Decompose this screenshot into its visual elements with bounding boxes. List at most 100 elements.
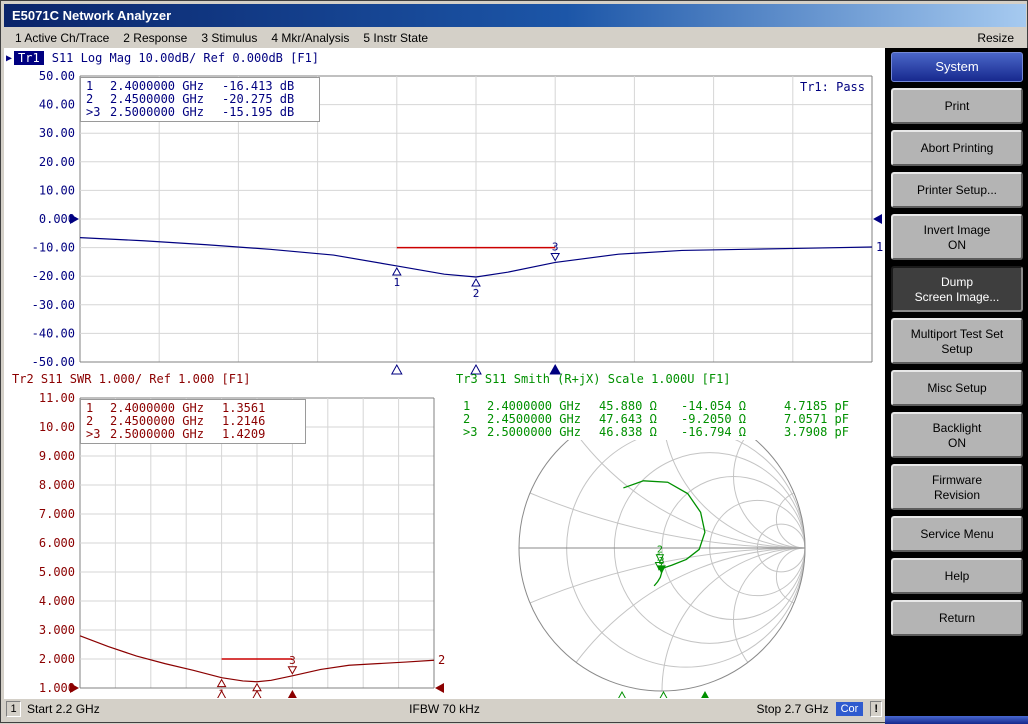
marker-number: 2 <box>473 287 480 300</box>
softkey-abort-printing[interactable]: Abort Printing <box>891 130 1023 166</box>
marker-number: 3 <box>289 654 296 667</box>
stimulus-marker-icon <box>392 365 402 374</box>
softkey-multiport-test-set-setup[interactable]: Multiport Test SetSetup <box>891 318 1023 364</box>
menu-item-stimulus[interactable]: 3 Stimulus <box>194 29 264 47</box>
marker-label: >3 <box>463 426 487 439</box>
y-axis-tick-label: 5.000 <box>39 565 75 579</box>
menu-item-response[interactable]: 2 Response <box>116 29 194 47</box>
y-axis-tick-label: 2.000 <box>39 652 75 666</box>
y-axis-tick-label: 50.00 <box>39 69 75 83</box>
y-axis-tick-label: 9.000 <box>39 449 75 463</box>
y-axis-tick-label: 11.00 <box>39 391 75 405</box>
alert-indicator: ! <box>870 701 882 717</box>
y-axis-tick-label: -20.00 <box>32 269 75 283</box>
marker-number: 2 <box>657 545 663 556</box>
softkey-print[interactable]: Print <box>891 88 1023 124</box>
y-axis-tick-label: -40.00 <box>32 326 75 340</box>
softkey-label: Print <box>945 99 970 113</box>
softkey-label: Revision <box>934 488 980 502</box>
tr1-marker-readout: 12.4000000 GHz-16.413 dB22.4500000 GHz-2… <box>80 77 320 122</box>
menu-item-mkr-analysis[interactable]: 4 Mkr/Analysis <box>264 29 356 47</box>
marker-symbol[interactable] <box>393 268 401 275</box>
softkey-help[interactable]: Help <box>891 558 1023 594</box>
y-axis-tick-label: 3.000 <box>39 623 75 637</box>
smith-reactance-arc <box>519 548 885 698</box>
marker-symbol[interactable] <box>218 680 226 687</box>
y-axis-tick-label: 10.00 <box>39 420 75 434</box>
softkey-printer-setup[interactable]: Printer Setup... <box>891 172 1023 208</box>
softkey-label: Dump <box>941 275 973 289</box>
menu-items: 1 Active Ch/Trace2 Response3 Stimulus4 M… <box>8 31 435 45</box>
smith-reactance-arc <box>90 548 885 698</box>
statusbar: 1 Start 2.2 GHz IFBW 70 kHz Stop 2.7 GHz… <box>4 698 885 718</box>
smith-reactance-arc <box>734 548 877 691</box>
marker-c: 3.7908 pF <box>769 426 849 439</box>
y-axis-tick-label: 0.000 <box>39 212 75 226</box>
y-axis-tick-label: 20.00 <box>39 155 75 169</box>
menu-item-resize[interactable]: Resize <box>969 29 1022 47</box>
y-axis-tick-label: 40.00 <box>39 98 75 112</box>
softkey-label: Service Menu <box>920 527 993 541</box>
marker-symbol[interactable] <box>472 279 480 286</box>
smith-reactance-arc <box>519 48 885 548</box>
menu-item-active-ch-trace[interactable]: 1 Active Ch/Trace <box>8 29 116 47</box>
marker-label: >3 <box>86 428 110 441</box>
tr1-limit-result: Tr1: Pass <box>800 80 865 94</box>
channel-indicator: 1 <box>6 701 21 717</box>
tr1-title: S11 Log Mag 10.00dB/ Ref 0.000dB [F1] <box>52 51 319 65</box>
active-trace-indicator-icon: ▶ <box>6 53 12 64</box>
marker-value: 1.4209 <box>222 428 265 441</box>
marker-freq: 2.5000000 GHz <box>110 428 222 441</box>
ref-level-indicator-icon <box>435 683 444 693</box>
softkey-invert-image[interactable]: Invert ImageON <box>891 214 1023 260</box>
marker-symbol[interactable] <box>253 684 261 691</box>
smith-reactance-arc <box>90 48 885 548</box>
start-frequency: Start 2.2 GHz <box>27 702 100 716</box>
ifbw-indicator: IFBW 70 kHz <box>409 702 480 716</box>
tr2-marker-readout: 12.4000000 GHz1.356122.4500000 GHz1.2146… <box>80 399 306 444</box>
marker-readout-row: >32.5000000 GHz1.4209 <box>86 428 305 441</box>
menubar: 1 Active Ch/Trace2 Response3 Stimulus4 M… <box>4 27 1026 48</box>
softkey-label: Screen Image... <box>915 290 1000 304</box>
softkey-label: Printer Setup... <box>917 183 997 197</box>
tr1-header: ▶ Tr1 S11 Log Mag 10.00dB/ Ref 0.000dB [… <box>6 51 319 65</box>
softkey-backlight[interactable]: BacklightON <box>891 412 1023 458</box>
y-axis-tick-label: 8.000 <box>39 478 75 492</box>
menu-item-instr-state[interactable]: 5 Instr State <box>356 29 435 47</box>
trace-number-label: 1 <box>876 240 883 254</box>
y-axis-tick-label: -50.00 <box>32 355 75 369</box>
softkey-label: Help <box>945 569 970 583</box>
ref-level-indicator-icon <box>873 214 882 224</box>
marker-readout-row: >32.5000000 GHz46.838 Ω-16.794 Ω3.7908 p… <box>463 426 871 439</box>
softkey-return[interactable]: Return <box>891 600 1023 636</box>
marker-number: 3 <box>552 240 559 253</box>
softkey-label: Firmware <box>932 473 982 487</box>
tr3-smith-trace <box>623 481 705 586</box>
window-titlebar[interactable]: E5071C Network Analyzer <box>4 4 1026 27</box>
softkey-dump-screen-image[interactable]: DumpScreen Image... <box>891 266 1023 312</box>
window-title: E5071C Network Analyzer <box>12 8 171 23</box>
softkey-misc-setup[interactable]: Misc Setup <box>891 370 1023 406</box>
softkey-label: Setup <box>941 342 972 356</box>
tr3-marker-readout: 12.4000000 GHz45.880 Ω-14.054 Ω4.7185 pF… <box>459 399 871 440</box>
tr1-badge[interactable]: Tr1 <box>14 51 44 65</box>
softkey-label: Backlight <box>933 421 982 435</box>
tr3-header[interactable]: Tr3 S11 Smith (R+jX) Scale 1.000U [F1] <box>456 372 731 386</box>
softkey-label: Abort Printing <box>921 141 994 155</box>
marker-symbol[interactable] <box>551 253 559 260</box>
softkey-firmware-revision[interactable]: FirmwareRevision <box>891 464 1023 510</box>
softkey-label: Return <box>939 611 975 625</box>
softkey-label: Misc Setup <box>927 381 986 395</box>
softkey-label: ON <box>948 238 966 252</box>
marker-freq: 2.5000000 GHz <box>487 426 599 439</box>
marker-number: 3 <box>659 556 665 567</box>
correction-badge: Cor <box>836 702 864 716</box>
marker-symbol[interactable] <box>288 667 296 674</box>
y-axis-tick-label: 6.000 <box>39 536 75 550</box>
y-axis-tick-label: -30.00 <box>32 298 75 312</box>
softkey-label: ON <box>948 436 966 450</box>
softkey-service-menu[interactable]: Service Menu <box>891 516 1023 552</box>
y-axis-tick-label: 4.000 <box>39 594 75 608</box>
softkey-menu: System PrintAbort PrintingPrinter Setup.… <box>885 48 1028 724</box>
tr2-header[interactable]: Tr2 S11 SWR 1.000/ Ref 1.000 [F1] <box>12 372 250 386</box>
